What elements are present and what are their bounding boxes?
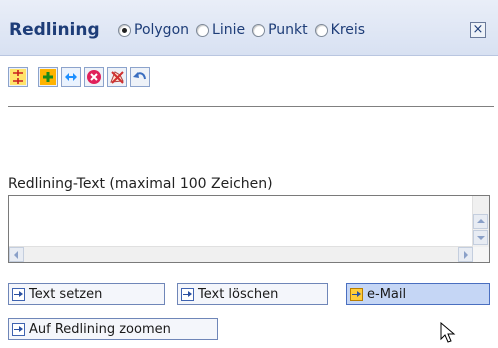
scrollbar-corner — [473, 247, 489, 262]
email-button[interactable]: e-Mail — [346, 283, 490, 305]
add-vertex-button[interactable] — [38, 67, 58, 87]
vertical-scrollbar[interactable] — [472, 196, 489, 247]
radio-label-kreis[interactable]: Kreis — [331, 22, 365, 38]
delete-shape-icon — [110, 71, 124, 84]
delete-button[interactable] — [84, 67, 104, 87]
mode-radio-group: Polygon Linie Punkt Kreis — [118, 22, 372, 38]
scroll-right-icon[interactable] — [458, 247, 473, 262]
scroll-left-icon[interactable] — [9, 247, 24, 262]
redlining-text-label: Redlining-Text (maximal 100 Zeichen) — [8, 176, 273, 192]
arrow-right-icon — [12, 287, 25, 301]
arrow-right-icon — [12, 322, 25, 336]
radio-unchecked-icon[interactable] — [314, 23, 328, 37]
horizontal-scrollbar[interactable] — [9, 246, 473, 262]
move-button[interactable] — [61, 67, 81, 87]
arrow-right-icon — [350, 287, 363, 301]
radio-unchecked-icon[interactable] — [196, 23, 210, 37]
distance-icon — [10, 69, 26, 85]
set-text-button[interactable]: Text setzen — [8, 283, 165, 305]
set-text-label: Text setzen — [29, 286, 103, 302]
toolbar-divider — [8, 106, 494, 107]
delete-icon — [87, 70, 101, 84]
radio-kreis[interactable]: Kreis — [314, 22, 365, 38]
scroll-down-icon[interactable] — [473, 230, 488, 245]
zoom-label: Auf Redlining zoomen — [29, 321, 171, 337]
redlining-header: Redlining Polygon Linie Punkt Kreis × — [0, 0, 498, 56]
radio-punkt[interactable]: Punkt — [252, 22, 308, 38]
move-horizontal-icon — [63, 69, 79, 85]
radio-label-polygon[interactable]: Polygon — [134, 22, 189, 38]
scroll-up-icon[interactable] — [473, 214, 488, 229]
undo-button[interactable] — [130, 67, 150, 87]
radio-polygon[interactable]: Polygon — [118, 22, 189, 38]
zoom-to-redlining-button[interactable]: Auf Redlining zoomen — [8, 318, 218, 340]
add-vertex-icon — [40, 69, 56, 85]
arrow-right-icon — [181, 287, 194, 301]
email-label: e-Mail — [367, 286, 407, 302]
distance-tool-button[interactable] — [8, 67, 28, 87]
delete-shape-button[interactable] — [107, 67, 127, 87]
radio-unchecked-icon[interactable] — [252, 23, 266, 37]
close-button[interactable]: × — [470, 22, 486, 38]
panel-title: Redlining — [9, 20, 100, 40]
delete-text-button[interactable]: Text löschen — [177, 283, 328, 305]
radio-label-linie[interactable]: Linie — [212, 22, 245, 38]
radio-label-punkt[interactable]: Punkt — [268, 22, 308, 38]
redlining-text-field[interactable] — [8, 195, 490, 263]
radio-linie[interactable]: Linie — [196, 22, 245, 38]
delete-text-label: Text löschen — [198, 286, 279, 302]
mouse-pointer-icon — [440, 322, 456, 343]
radio-checked-icon[interactable] — [118, 23, 131, 37]
undo-icon — [133, 72, 146, 80]
